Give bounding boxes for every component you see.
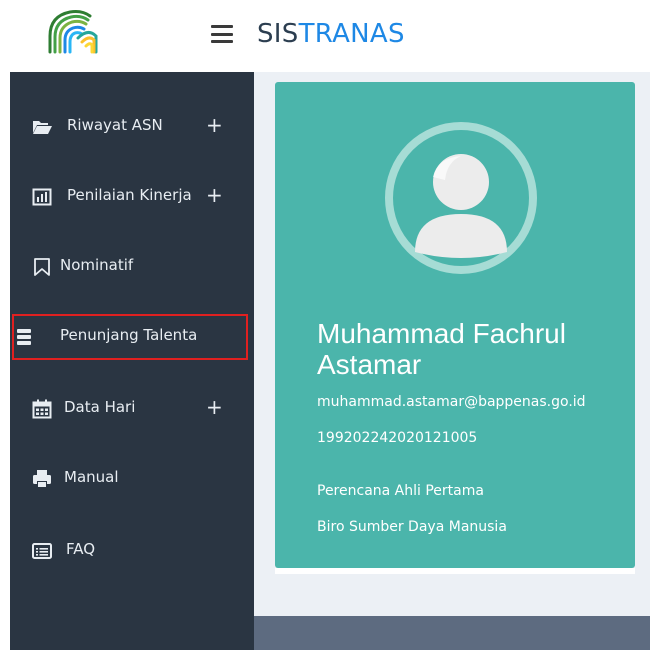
- sidebar: Riwayat ASN + Penilaian Kinerja + Nomina…: [10, 72, 254, 650]
- sidebar-item-label: Riwayat ASN: [67, 116, 163, 134]
- profile-email: muhammad.astamar@bappenas.go.id: [317, 394, 586, 410]
- bar-chart-icon: [32, 188, 52, 206]
- sidebar-item-manual[interactable]: Manual: [10, 456, 254, 502]
- sistranas-logo[interactable]: [44, 2, 106, 56]
- sidebar-item-riwayat-asn[interactable]: Riwayat ASN +: [10, 104, 254, 150]
- hamburger-line: [211, 25, 233, 28]
- profile-name: Muhammad Fachrul Astamar: [317, 318, 566, 380]
- hamburger-line: [211, 40, 233, 43]
- sidebar-item-label: Nominatif: [60, 256, 134, 274]
- sidebar-item-label: Penunjang Talenta: [60, 326, 198, 344]
- hamburger-line: [211, 32, 233, 36]
- sidebar-item-label: Data Hari: [64, 398, 136, 416]
- profile-position: Perencana Ahli Pertama: [317, 483, 484, 499]
- database-icon: [17, 329, 31, 345]
- sidebar-item-faq[interactable]: FAQ: [10, 528, 254, 574]
- profile-card-footer: [275, 568, 635, 574]
- profile-nip: 199202242020121005: [317, 430, 478, 446]
- expand-plus-icon[interactable]: +: [206, 183, 223, 207]
- calendar-icon: [32, 399, 52, 419]
- sidebar-item-penunjang-talenta[interactable]: Penunjang Talenta: [12, 314, 248, 360]
- sidebar-item-label: FAQ: [66, 540, 96, 558]
- expand-plus-icon[interactable]: +: [206, 113, 223, 137]
- app-title-part2: TRANAS: [298, 19, 405, 49]
- profile-card: Muhammad Fachrul Astamar muhammad.astama…: [275, 82, 635, 568]
- bottom-panel-strip: [254, 616, 650, 650]
- bookmark-icon: [34, 258, 50, 276]
- user-avatar-icon: [385, 122, 537, 274]
- expand-plus-icon[interactable]: +: [206, 395, 223, 419]
- print-icon: [33, 470, 51, 488]
- app-title-part1: SIS: [257, 19, 299, 49]
- hamburger-menu-icon[interactable]: [211, 25, 233, 43]
- sidebar-item-data-hari[interactable]: Data Hari +: [10, 386, 254, 432]
- sidebar-item-nominatif[interactable]: Nominatif: [10, 244, 254, 290]
- sidebar-item-penilaian-kinerja[interactable]: Penilaian Kinerja +: [10, 174, 254, 220]
- top-header: SISTRANAS: [0, 0, 650, 72]
- folder-open-icon: [33, 121, 52, 134]
- sidebar-item-label: Penilaian Kinerja: [67, 186, 192, 204]
- sidebar-item-label: Manual: [64, 468, 119, 486]
- list-alt-icon: [32, 543, 52, 559]
- app-title[interactable]: SISTRANAS: [257, 18, 405, 50]
- profile-unit: Biro Sumber Daya Manusia: [317, 519, 507, 535]
